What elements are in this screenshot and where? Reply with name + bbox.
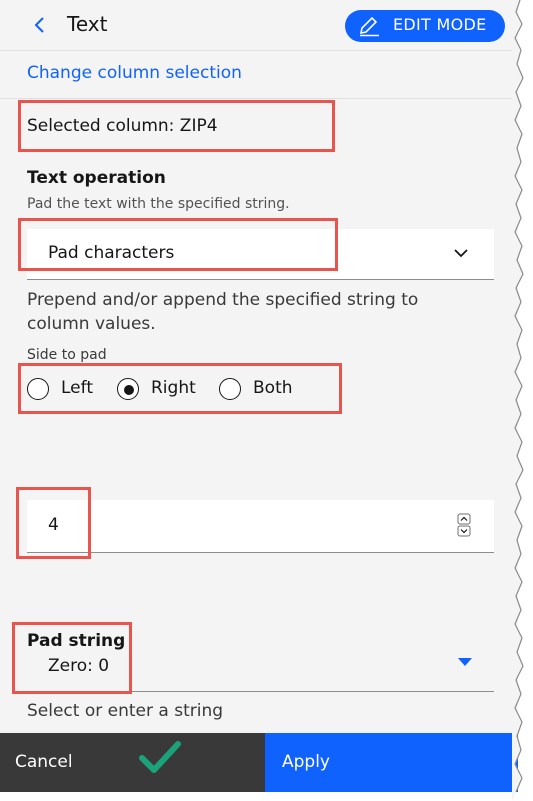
highlight-operation-dropdown — [18, 218, 338, 271]
change-column-selection-link[interactable]: Change column selection — [27, 63, 242, 83]
torn-edge — [512, 0, 524, 801]
edit-mode-button[interactable]: EDIT MODE — [345, 10, 505, 42]
text-operation-help: Pad the text with the specified string. — [27, 196, 290, 212]
highlight-length-value — [16, 487, 91, 559]
highlight-selected-column — [18, 100, 335, 152]
apply-label: Apply — [282, 752, 330, 772]
cancel-label: Cancel — [15, 752, 73, 772]
text-operation-label: Text operation — [27, 168, 166, 188]
checkmark-icon — [139, 741, 181, 773]
chevron-down-icon — [454, 249, 468, 258]
highlight-side-radios — [18, 363, 342, 414]
apply-button[interactable]: Apply — [265, 733, 518, 792]
divider — [0, 98, 518, 99]
cancel-button[interactable]: Cancel — [0, 733, 265, 792]
panel-header: Text EDIT MODE — [0, 0, 518, 51]
highlight-pad-string — [12, 622, 132, 694]
text-operation-panel: Text EDIT MODE Change column selection S… — [0, 0, 518, 792]
pad-string-help: Select or enter a string — [27, 701, 224, 721]
footer-actions: Cancel Apply — [0, 733, 518, 792]
side-to-pad-label: Side to pad — [27, 347, 107, 363]
number-stepper-icon[interactable] — [457, 513, 471, 537]
edit-mode-label: EDIT MODE — [393, 15, 487, 34]
operation-description: Prepend and/or append the specified stri… — [27, 290, 419, 334]
caret-down-icon[interactable] — [457, 657, 473, 667]
length-number-input[interactable]: 4 — [27, 500, 494, 553]
chevron-left-icon[interactable] — [30, 14, 50, 36]
pencil-icon — [359, 16, 379, 37]
page-title: Text — [67, 12, 108, 36]
